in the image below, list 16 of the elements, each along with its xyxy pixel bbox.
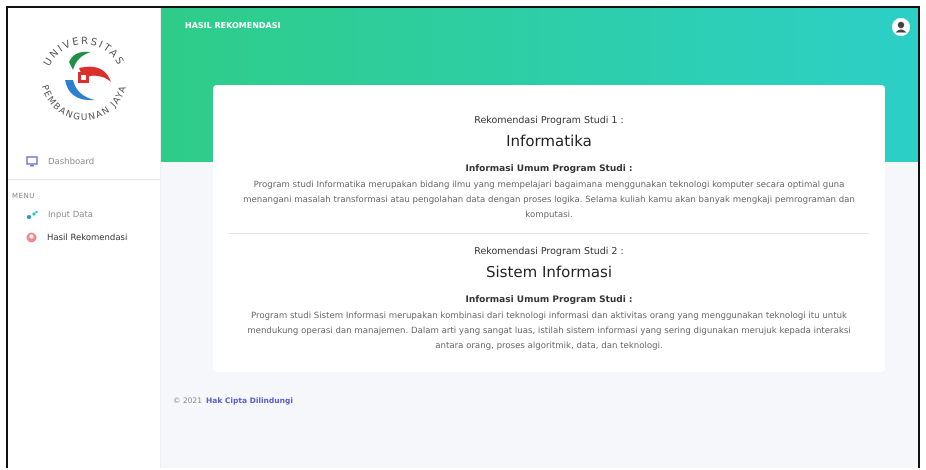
avatar-icon[interactable]	[892, 18, 910, 36]
info-heading: Informasi Umum Program Studi :	[465, 164, 633, 174]
info-heading: Informasi Umum Program Studi :	[465, 295, 633, 305]
recommendation-heading: Rekomendasi Program Studi 2 :	[474, 246, 624, 257]
program-name: Informatika	[506, 132, 592, 150]
sidebar-item[interactable]: Input Data	[8, 204, 160, 226]
program-name: Sistem Informasi	[486, 263, 612, 281]
dots-icon	[26, 210, 38, 220]
user-icon	[26, 232, 37, 243]
monitor-icon	[26, 156, 38, 167]
recommendation-heading: Rekomendasi Program Studi 1 :	[474, 115, 624, 126]
program-description: Program studi Sistem Informasi merupakan kombinasi dari teknologi informasi dan aktivitas orang yang menggunakan teknologi itu untuk mendukung operasi dan manajemen. Dalam arti yang sangat luas, istilah sistem informasi yang sering digunakan merujuk kepada interaksi antara orang, proses algoritmik, data, dan teknologi.	[246, 310, 852, 353]
program-description: Program studi Informatika merupakan bidang ilmu yang mempelajari bagaimana menggunakan teknologi komputer secara optimal guna menangani masalah transformasi atau pengolahan data dengan proses logika. Selama kuliah kamu akan banyak mengkaji pemrograman dan komputasi.	[242, 179, 856, 222]
sidebar-item[interactable]: Dashboard	[8, 150, 160, 173]
sidebar-item[interactable]: Hasil Rekomendasi	[8, 226, 160, 249]
page-title: HASIL REKOMENDASI	[185, 21, 280, 30]
